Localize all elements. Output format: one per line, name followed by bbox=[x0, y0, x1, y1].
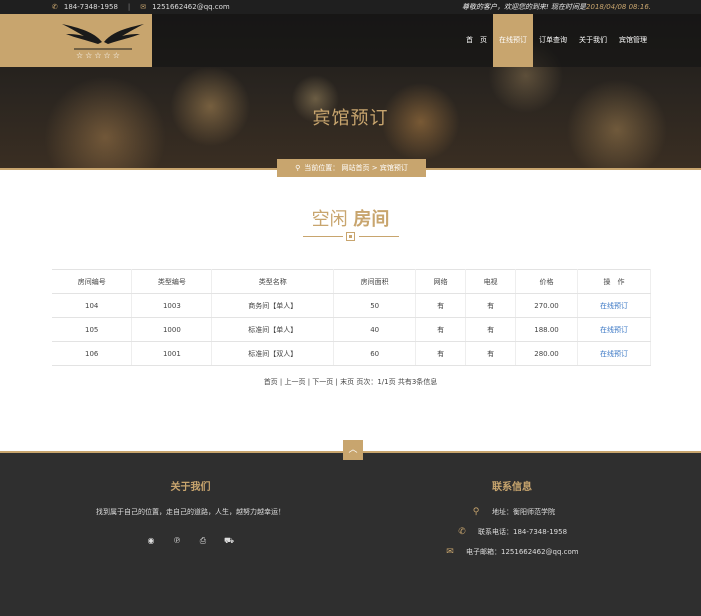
footer-about-title: 关于我们 bbox=[170, 482, 211, 493]
top-email[interactable]: 1251662462@qq.com bbox=[152, 0, 230, 14]
book-online-link[interactable]: 在线预订 bbox=[577, 293, 651, 318]
nav-home[interactable]: 首 页 bbox=[460, 14, 493, 67]
book-online-link[interactable]: 在线预订 bbox=[577, 341, 651, 366]
page-title: 宾馆预订 bbox=[312, 108, 389, 129]
top-bar: ✆ 184-7348-1958 | ✉ 1251662462@qq.com 尊敬… bbox=[0, 0, 701, 14]
welcome-text: 尊敬的客户，欢迎您的到来! 现在时间是2018/04/08 08:16. bbox=[462, 0, 651, 14]
col-room-no: 房间编号 bbox=[52, 269, 133, 294]
cell-area: 60 bbox=[333, 341, 417, 366]
cell-room-no: 105 bbox=[52, 317, 133, 342]
footer-address-text: 地址：衡阳师范学院 bbox=[492, 508, 555, 516]
nav-order-query[interactable]: 订单查询 bbox=[533, 14, 573, 67]
book-online-link[interactable]: 在线预订 bbox=[577, 317, 651, 342]
col-price: 价格 bbox=[515, 269, 578, 294]
back-to-top-button[interactable]: ︿ bbox=[343, 440, 363, 460]
printer-icon[interactable]: ⎙ bbox=[197, 535, 209, 547]
col-tv: 电视 bbox=[465, 269, 517, 294]
table-row: 106 1001 标准间【双人】 60 有 有 280.00 在线预订 bbox=[52, 341, 651, 366]
logo[interactable]: ☆☆☆☆☆ bbox=[0, 14, 152, 67]
cell-price: 270.00 bbox=[515, 293, 578, 318]
cell-type-no: 1000 bbox=[131, 317, 213, 342]
top-phone: 184-7348-1958 bbox=[63, 3, 118, 11]
rooms-table: 房间编号 类型编号 类型名称 房间面积 网络 电视 价格 操 作 104 100… bbox=[52, 269, 651, 366]
top-contact: ✆ 184-7348-1958 | ✉ 1251662462@qq.com bbox=[52, 0, 230, 14]
cell-tv: 有 bbox=[465, 341, 517, 366]
cell-area: 40 bbox=[333, 317, 417, 342]
current-time: 2018/04/08 08:16. bbox=[586, 3, 651, 11]
chevron-up-icon: ︿ bbox=[348, 445, 358, 455]
cell-network: 有 bbox=[415, 341, 467, 366]
welcome-message: 尊敬的客户，欢迎您的到来! 现在时间是 bbox=[462, 3, 587, 11]
footer-email: ✉ 电子邮箱：1251662462@qq.com bbox=[444, 547, 579, 557]
footer-address: ⚲ 地址：衡阳师范学院 bbox=[470, 507, 555, 517]
cell-type-name: 标准间【单人】 bbox=[211, 317, 335, 342]
nav-online-booking[interactable]: 在线预订 bbox=[493, 14, 533, 67]
footer-email-text[interactable]: 电子邮箱：1251662462@qq.com bbox=[466, 547, 579, 557]
nav-about-us[interactable]: 关于我们 bbox=[573, 14, 613, 67]
location-pin-icon: ⚲ bbox=[295, 164, 301, 172]
table-row: 105 1000 标准间【单人】 40 有 有 188.00 在线预订 bbox=[52, 317, 651, 342]
cell-type-name: 商务间【单人】 bbox=[211, 293, 335, 318]
footer-about-text: 找到属于自己的位置，走自己的道路，人生，越努力越幸运！ bbox=[96, 508, 285, 516]
cell-type-no: 1001 bbox=[131, 341, 213, 366]
footer bbox=[0, 451, 701, 616]
phone-icon: ✆ bbox=[458, 527, 466, 537]
nav-hotel-admin[interactable]: 宾馆管理 bbox=[613, 14, 653, 67]
cell-tv: 有 bbox=[465, 317, 517, 342]
cell-room-no: 106 bbox=[52, 341, 133, 366]
cell-room-no: 104 bbox=[52, 293, 133, 318]
breadcrumb-text[interactable]: 当前位置： 网站首页 > 宾馆预订 bbox=[304, 164, 408, 172]
cell-network: 有 bbox=[415, 293, 467, 318]
col-area: 房间面积 bbox=[333, 269, 417, 294]
footer-contact-title: 联系信息 bbox=[492, 482, 532, 493]
table-row: 104 1003 商务间【单人】 50 有 有 270.00 在线预订 bbox=[52, 293, 651, 318]
cell-tv: 有 bbox=[465, 293, 517, 318]
rating-stars: ☆☆☆☆☆ bbox=[76, 51, 122, 60]
weibo-icon[interactable]: ◉ bbox=[145, 535, 157, 547]
footer-phone-text: 联系电话：184-7348-1958 bbox=[478, 528, 568, 536]
pagination[interactable]: 首页 | 上一页 | 下一页 | 末页 页次：1/1页 共有3条信息 bbox=[0, 377, 701, 387]
cell-type-name: 标准间【双人】 bbox=[211, 341, 335, 366]
top-separator: | bbox=[127, 3, 131, 11]
cart-icon[interactable]: ⛟ bbox=[223, 535, 235, 547]
col-network: 网络 bbox=[415, 269, 467, 294]
breadcrumb: ⚲ 当前位置： 网站首页 > 宾馆预订 bbox=[277, 159, 426, 177]
section-title-light: 空闲 bbox=[311, 209, 354, 230]
cell-price: 280.00 bbox=[515, 341, 578, 366]
wings-logo-icon bbox=[62, 24, 144, 50]
section-title: 空闲 房间 bbox=[0, 205, 701, 231]
cell-type-no: 1003 bbox=[131, 293, 213, 318]
main-nav: 首 页 在线预订 订单查询 关于我们 宾馆管理 bbox=[460, 14, 653, 67]
title-ornament bbox=[303, 232, 399, 242]
col-type-name: 类型名称 bbox=[211, 269, 335, 294]
phone-icon: ✆ bbox=[52, 3, 58, 11]
mail-icon: ✉ bbox=[446, 547, 454, 557]
map-marker-icon: ⚲ bbox=[472, 507, 480, 517]
mail-icon: ✉ bbox=[140, 3, 147, 11]
table-header-row: 房间编号 类型编号 类型名称 房间面积 网络 电视 价格 操 作 bbox=[52, 269, 651, 294]
col-action: 操 作 bbox=[577, 269, 651, 294]
col-type-no: 类型编号 bbox=[131, 269, 213, 294]
section-title-bold: 房间 bbox=[353, 209, 390, 230]
cell-network: 有 bbox=[415, 317, 467, 342]
social-links: ◉ ℗ ⎙ ⛟ bbox=[145, 535, 235, 547]
cell-area: 50 bbox=[333, 293, 417, 318]
cell-price: 188.00 bbox=[515, 317, 578, 342]
footer-phone: ✆ 联系电话：184-7348-1958 bbox=[456, 527, 567, 537]
pinterest-icon[interactable]: ℗ bbox=[171, 535, 183, 547]
